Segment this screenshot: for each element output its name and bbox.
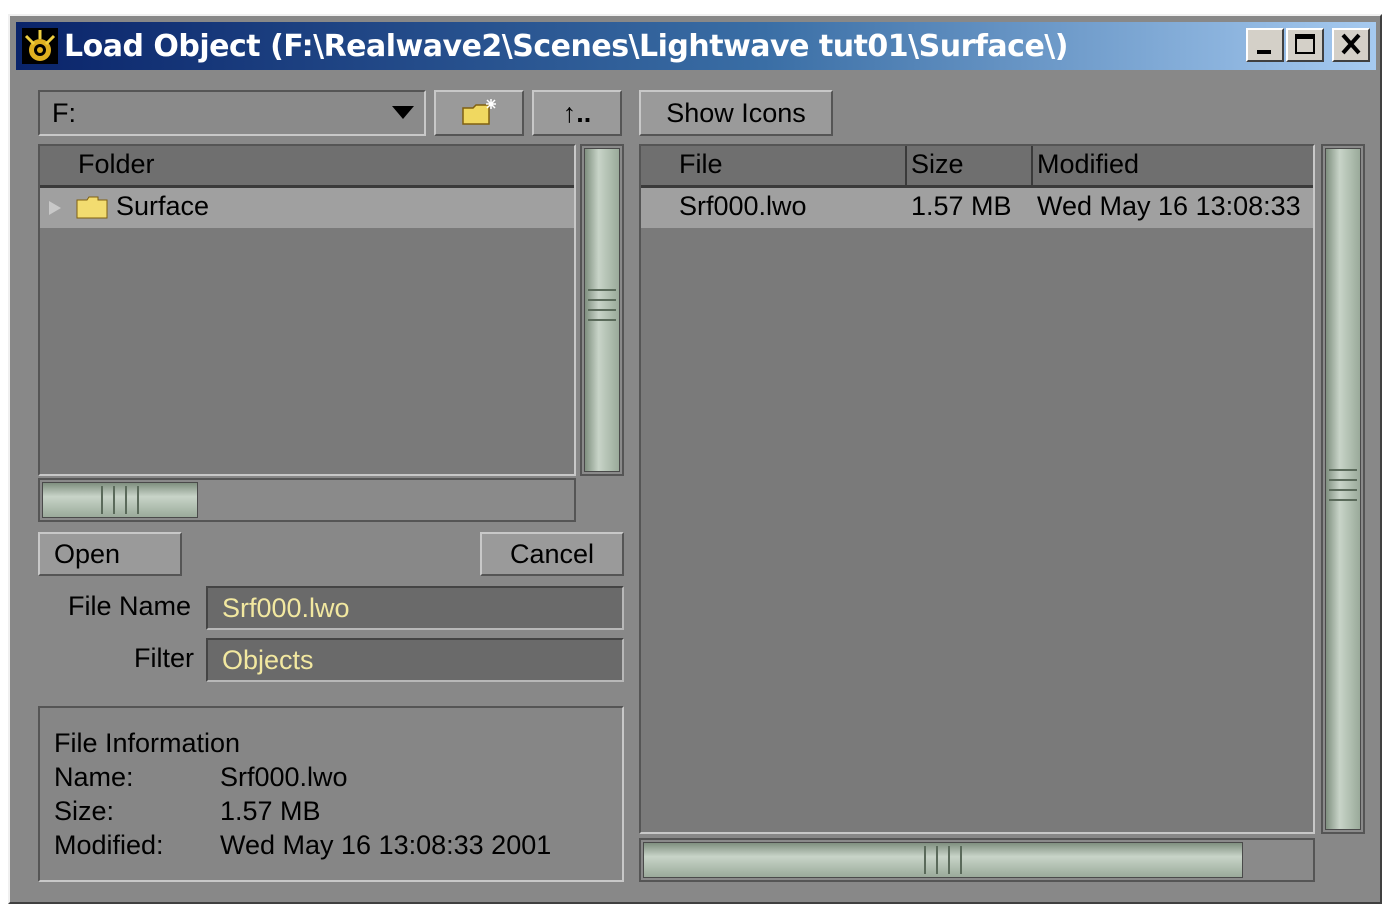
grip-line xyxy=(924,846,926,874)
open-button[interactable]: Open xyxy=(38,532,182,576)
new-folder-button[interactable] xyxy=(434,90,524,136)
cancel-button-label: Cancel xyxy=(509,538,595,569)
file-vertical-scroll-thumb[interactable] xyxy=(1325,148,1361,830)
filter-select[interactable]: Objects xyxy=(206,638,624,682)
file-horizontal-scroll-thumb[interactable] xyxy=(643,842,1243,878)
file-row-size: 1.57 MB xyxy=(911,191,1012,221)
show-icons-label: Show Icons xyxy=(666,97,806,128)
chevron-down-icon xyxy=(392,106,414,119)
maximize-button[interactable] xyxy=(1286,28,1324,62)
filter-label: Filter xyxy=(134,643,194,673)
folder-list-header: Folder xyxy=(40,146,574,188)
folder-list[interactable]: Folder Surface xyxy=(38,144,576,476)
grip-line xyxy=(1329,499,1357,501)
file-info-modified-value: Wed May 16 13:08:33 2001 xyxy=(220,830,552,860)
file-row[interactable]: Srf000.lwo 1.57 MB Wed May 16 13:08:33 xyxy=(641,188,1313,228)
grip-line xyxy=(960,846,962,874)
file-column-header[interactable]: File xyxy=(679,149,723,180)
folder-vertical-scrollbar[interactable] xyxy=(580,144,624,476)
file-row-name: Srf000.lwo xyxy=(679,191,807,221)
grip-line xyxy=(936,846,938,874)
column-divider[interactable] xyxy=(905,146,907,186)
file-information-panel: File Information Name: Srf000.lwo Size: … xyxy=(38,706,624,882)
grip-line xyxy=(588,299,616,301)
new-folder-icon xyxy=(462,99,496,125)
file-name-label: File Name xyxy=(68,591,192,621)
folder-row[interactable]: Surface xyxy=(40,188,574,228)
folder-horizontal-scroll-thumb[interactable] xyxy=(42,482,198,518)
grip-line xyxy=(1329,489,1357,491)
file-info-size-value: 1.57 MB xyxy=(220,796,321,826)
column-divider[interactable] xyxy=(1031,146,1033,186)
size-column-header[interactable]: Size xyxy=(911,149,964,180)
file-info-name-value: Srf000.lwo xyxy=(220,762,348,792)
file-list[interactable]: File Size Modified Srf000.lwo 1.57 MB We… xyxy=(639,144,1315,834)
grip-line xyxy=(1329,479,1357,481)
file-info-name-label: Name: xyxy=(54,762,134,792)
window-title: Load Object (F:\Realwave2\Scenes\Lightwa… xyxy=(64,29,1068,64)
grip-line xyxy=(125,486,127,514)
title-bar[interactable]: Load Object (F:\Realwave2\Scenes\Lightwa… xyxy=(16,22,1376,70)
parent-folder-button[interactable]: ↑.. xyxy=(532,90,622,136)
load-object-dialog: Load Object (F:\Realwave2\Scenes\Lightwa… xyxy=(8,14,1382,904)
file-vertical-scrollbar[interactable] xyxy=(1321,144,1365,834)
parent-folder-label: ↑.. xyxy=(562,97,592,128)
file-name-input[interactable]: Srf000.lwo xyxy=(206,586,624,630)
folder-horizontal-scrollbar[interactable] xyxy=(38,478,576,522)
folder-label: Surface xyxy=(116,191,210,221)
file-list-header: File Size Modified xyxy=(641,146,1313,188)
folder-column-header[interactable]: Folder xyxy=(78,149,155,180)
minimize-button[interactable] xyxy=(1246,28,1284,62)
drive-select-value: F: xyxy=(52,98,76,128)
show-icons-button[interactable]: Show Icons xyxy=(639,90,833,136)
file-info-size-label: Size: xyxy=(54,796,115,826)
drive-select[interactable]: F: xyxy=(38,90,426,136)
grip-line xyxy=(101,486,103,514)
file-info-modified-label: Modified: xyxy=(54,830,164,860)
file-name-value: Srf000.lwo xyxy=(222,592,350,623)
cancel-button[interactable]: Cancel xyxy=(480,532,624,576)
open-button-label: Open xyxy=(54,538,121,569)
close-button[interactable] xyxy=(1332,28,1370,62)
folder-icon xyxy=(76,196,108,219)
grip-line xyxy=(137,486,139,514)
grip-line xyxy=(588,319,616,321)
expand-arrow-icon[interactable] xyxy=(48,200,62,216)
file-row-modified: Wed May 16 13:08:33 xyxy=(1037,191,1301,221)
modified-column-header[interactable]: Modified xyxy=(1037,149,1139,180)
grip-line xyxy=(948,846,950,874)
file-horizontal-scrollbar[interactable] xyxy=(639,838,1315,882)
grip-line xyxy=(1329,469,1357,471)
filter-value: Objects xyxy=(222,644,314,675)
lightwave-app-icon xyxy=(22,28,58,64)
grip-line xyxy=(588,289,616,291)
file-info-heading: File Information xyxy=(54,728,241,758)
grip-line xyxy=(588,309,616,311)
folder-vertical-scroll-thumb[interactable] xyxy=(584,148,620,472)
grip-line xyxy=(113,486,115,514)
